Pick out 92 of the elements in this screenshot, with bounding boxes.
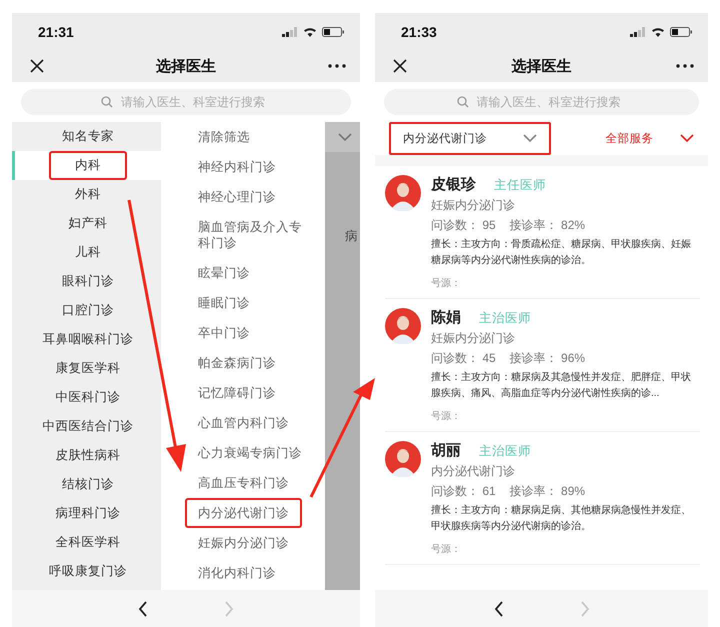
doctor-department: 妊娠内分泌门诊 — [431, 330, 516, 347]
category-item[interactable]: 知名专家 — [12, 122, 161, 151]
more-button[interactable] — [676, 64, 694, 68]
category-item[interactable]: 呼吸康复门诊 — [12, 557, 161, 586]
search-input[interactable]: 请输入医生、科室进行搜索 — [476, 95, 626, 109]
doctor-name: 皮银珍 — [431, 175, 476, 194]
status-time: 21:33 — [401, 24, 437, 40]
department-item[interactable]: 妊娠内分泌门诊 — [161, 528, 325, 558]
doctor-title: 主任医师 — [494, 177, 546, 194]
category-item[interactable]: 内科 — [12, 151, 161, 180]
acceptance-rate: 接诊率： 82% — [510, 217, 586, 234]
department-item[interactable]: 高血压专科门诊 — [161, 468, 325, 498]
more-icon — [676, 64, 694, 68]
category-item[interactable]: 耳鼻咽喉科门诊 — [12, 325, 161, 354]
category-item[interactable]: 康复医学科 — [12, 354, 161, 383]
acceptance-rate: 接诊率： 96% — [510, 350, 586, 367]
more-button[interactable] — [328, 64, 346, 68]
category-item[interactable]: 皮肤性病科 — [12, 441, 161, 470]
page-title: 选择医生 — [510, 56, 572, 76]
close-button[interactable] — [30, 59, 44, 73]
page-title: 选择医生 — [155, 56, 217, 76]
doctor-expertise: 擅长：主攻方向：骨质疏松症、糖尿病、甲状腺疾病、妊娠糖尿病等内分泌代谢性疾病的诊治。 — [431, 238, 692, 268]
search-icon — [101, 96, 113, 108]
doctor-card[interactable]: 胡丽 主治医师 内分泌代谢门诊 问诊数： 61 接诊率： 89% 擅长：主攻方向：糖尿病足病、其他糖尿病急慢性并发症、甲状腺疾病等内分泌代谢病的诊治。 号源： — [385, 432, 700, 565]
search-field[interactable]: 请输入医生、科室进行搜索 — [384, 89, 699, 115]
doctor-title: 主治医师 — [479, 443, 531, 460]
back-icon — [494, 600, 504, 616]
doctor-avatar — [385, 175, 421, 211]
category-item[interactable]: 病理科门诊 — [12, 499, 161, 528]
department-item[interactable]: 眩晕门诊 — [161, 258, 325, 288]
chevron-icon — [680, 134, 694, 143]
department-item[interactable]: 神经内科门诊 — [161, 152, 325, 182]
department-item[interactable]: 记忆障碍门诊 — [161, 378, 325, 408]
wifi-icon — [303, 26, 317, 36]
doctor-avatar — [385, 441, 421, 477]
department-item[interactable]: 帕金森病门诊 — [161, 348, 325, 378]
signal-icon — [630, 26, 646, 36]
status-time: 21:31 — [38, 24, 74, 40]
close-icon — [30, 59, 44, 73]
category-item[interactable]: 结核门诊 — [12, 470, 161, 499]
doctor-card[interactable]: 皮银珍 主任医师 妊娠内分泌门诊 问诊数： 95 接诊率： 82% 擅长：主攻方向：骨质疏松症、糖尿病、甲状腺疾病、妊娠糖尿病等内分泌代谢性疾病的诊治。 号源： — [385, 166, 700, 299]
close-button[interactable] — [393, 59, 407, 73]
backdrop-text: 病 — [344, 228, 359, 245]
signal-icon — [282, 26, 298, 36]
category-item[interactable]: 外科 — [12, 180, 161, 209]
battery-icon — [670, 26, 692, 36]
chevron-icon — [522, 134, 536, 143]
category-item[interactable]: 中医科门诊 — [12, 383, 161, 412]
search-field[interactable]: 请输入医生、科室进行搜索 — [21, 89, 351, 115]
acceptance-rate: 接诊率： 89% — [510, 483, 586, 500]
doctor-name: 陈娟 — [431, 308, 461, 327]
category-item[interactable]: 妇产科 — [12, 209, 161, 238]
department-item[interactable]: 清除筛选 — [161, 122, 325, 152]
category-item[interactable]: 中西医结合门诊 — [12, 412, 161, 441]
battery-icon — [322, 26, 344, 36]
search-input[interactable]: 请输入医生、科室进行搜索 — [121, 95, 271, 109]
wifi-icon — [651, 26, 665, 36]
consultation-count: 问诊数： 61 — [431, 483, 496, 500]
doctor-card[interactable]: 陈娟 主治医师 妊娠内分泌门诊 问诊数： 45 接诊率： 96% 擅长：主攻方向：糖尿病及其急慢性并发症、肥胖症、甲状腺疾病、痛风、高脂血症等内分泌代谢性疾病的诊... 号源： — [385, 299, 700, 432]
consultation-count: 问诊数： 45 — [431, 350, 496, 367]
chevron-icon — [338, 132, 352, 142]
doctor-department: 内分泌代谢门诊 — [431, 463, 516, 480]
back-button[interactable] — [494, 600, 504, 616]
appointment-source: 号源： — [431, 543, 462, 556]
doctor-department: 妊娠内分泌门诊 — [431, 197, 516, 214]
department-item[interactable]: 神经心理门诊 — [161, 182, 325, 212]
forward-icon — [580, 600, 590, 616]
consultation-count: 问诊数： 95 — [431, 217, 496, 234]
doctor-expertise: 擅长：主攻方向：糖尿病及其急慢性并发症、肥胖症、甲状腺疾病、痛风、高脂血症等内分泌代谢性疾病的诊... — [431, 370, 692, 401]
forward-icon — [224, 600, 234, 616]
department-item[interactable]: 心血管内科门诊 — [161, 408, 325, 438]
close-icon — [393, 59, 407, 73]
doctor-expertise: 擅长：主攻方向：糖尿病足病、其他糖尿病急慢性并发症、甲状腺疾病等内分泌代谢病的诊治。 — [431, 504, 692, 534]
department-item[interactable]: 心力衰竭专病门诊 — [161, 438, 325, 468]
doctor-name: 胡丽 — [431, 441, 461, 460]
doctor-avatar — [385, 308, 421, 344]
category-item[interactable]: 儿科 — [12, 238, 161, 267]
department-dropdown[interactable]: 内分泌代谢门诊 — [389, 122, 550, 155]
search-icon — [456, 96, 468, 108]
category-item[interactable]: 全科医学科 — [12, 528, 161, 557]
category-item[interactable]: 眼科门诊 — [12, 267, 161, 296]
category-item[interactable]: 口腔门诊 — [12, 296, 161, 325]
doctor-title: 主治医师 — [479, 310, 531, 327]
back-button[interactable] — [138, 600, 148, 616]
back-icon — [138, 600, 148, 616]
appointment-source: 号源： — [431, 277, 462, 290]
more-icon — [328, 64, 346, 68]
department-item[interactable]: 卒中门诊 — [161, 318, 325, 348]
department-item[interactable]: 消化内科门诊 — [161, 558, 325, 588]
appointment-source: 号源： — [431, 410, 462, 423]
department-item[interactable]: 脑血管病及介入专科门诊 — [161, 212, 325, 258]
department-item[interactable]: 睡眠门诊 — [161, 288, 325, 318]
